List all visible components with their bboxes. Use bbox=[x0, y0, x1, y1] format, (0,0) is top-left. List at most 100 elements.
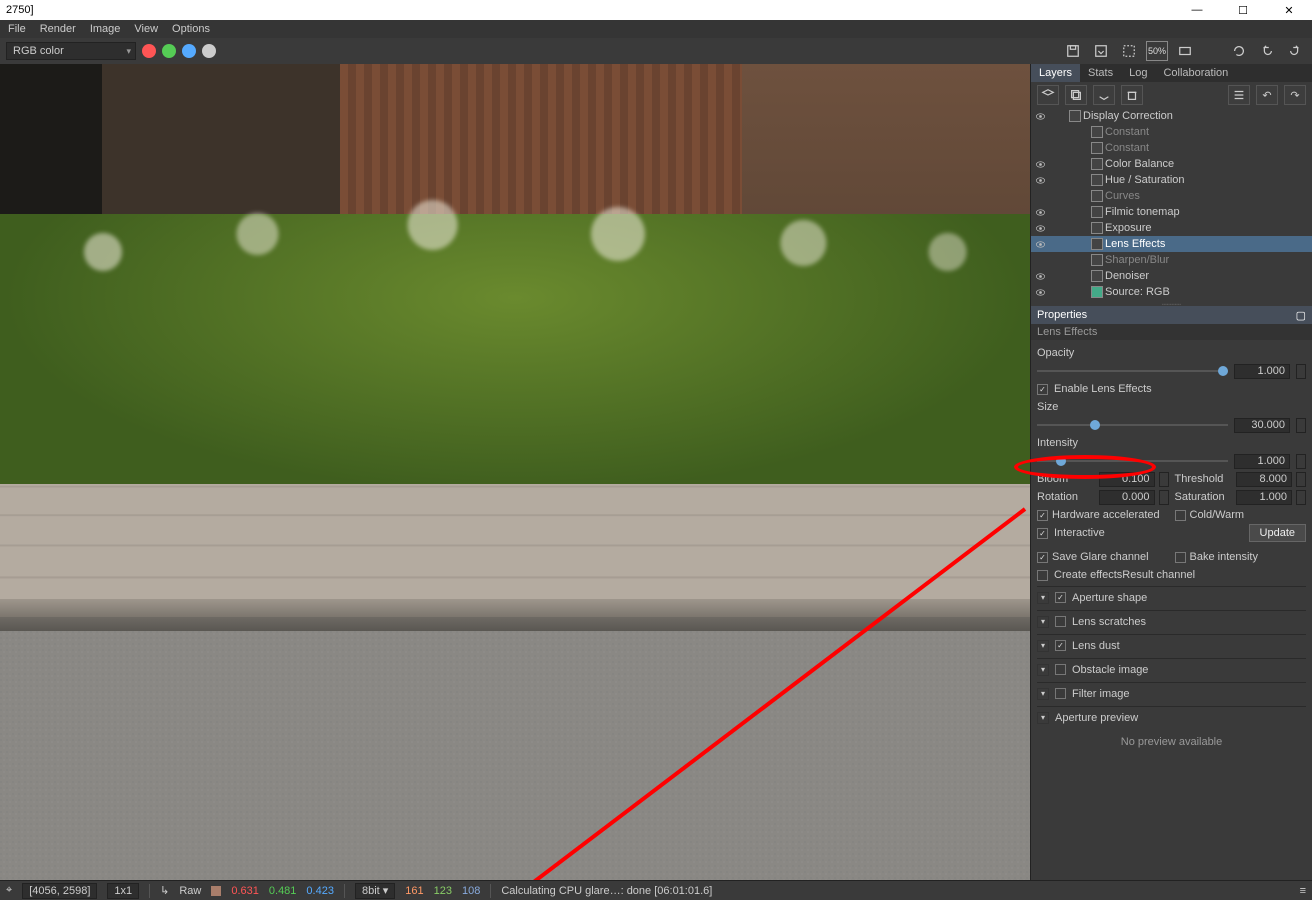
layer-row[interactable]: Curves bbox=[1031, 188, 1312, 204]
section-header[interactable]: ▾Filter image bbox=[1037, 682, 1306, 704]
section-checkbox[interactable] bbox=[1055, 616, 1066, 627]
rotation-spinner[interactable] bbox=[1159, 490, 1169, 505]
layer-row[interactable]: Constant bbox=[1031, 124, 1312, 140]
visibility-toggle-icon[interactable] bbox=[1031, 207, 1049, 218]
visibility-toggle-icon[interactable] bbox=[1031, 287, 1049, 298]
menu-file[interactable]: File bbox=[8, 23, 26, 35]
size-slider[interactable] bbox=[1037, 419, 1228, 431]
export-icon[interactable] bbox=[1090, 41, 1112, 61]
green-channel-dot[interactable] bbox=[162, 44, 176, 58]
blue-channel-dot[interactable] bbox=[182, 44, 196, 58]
render-viewport[interactable] bbox=[0, 64, 1030, 880]
section-header[interactable]: ▾Aperture shape bbox=[1037, 586, 1306, 608]
alpha-channel-dot[interactable] bbox=[202, 44, 216, 58]
cold-warm-checkbox[interactable] bbox=[1175, 510, 1186, 521]
save-glare-checkbox[interactable] bbox=[1037, 552, 1048, 563]
layer-row[interactable]: Sharpen/Blur bbox=[1031, 252, 1312, 268]
zoom-badge[interactable]: 50% bbox=[1146, 41, 1168, 61]
opacity-spinner[interactable] bbox=[1296, 364, 1306, 379]
expand-icon[interactable]: ▾ bbox=[1037, 664, 1049, 676]
intensity-slider[interactable] bbox=[1037, 455, 1228, 467]
list-view-icon[interactable] bbox=[1228, 85, 1250, 105]
tab-collaboration[interactable]: Collaboration bbox=[1155, 64, 1236, 82]
channel-dropdown[interactable]: RGB color bbox=[6, 42, 136, 60]
layer-row[interactable]: Denoiser bbox=[1031, 268, 1312, 284]
expand-icon[interactable]: ▾ bbox=[1037, 688, 1049, 700]
layer-row[interactable]: Display Correction bbox=[1031, 108, 1312, 124]
tab-layers[interactable]: Layers bbox=[1031, 64, 1080, 82]
rotation-value[interactable]: 0.000 bbox=[1099, 490, 1155, 505]
delete-layer-icon[interactable] bbox=[1121, 85, 1143, 105]
visibility-toggle-icon[interactable] bbox=[1031, 271, 1049, 282]
properties-expand-icon[interactable]: ▢ bbox=[1296, 309, 1306, 322]
layer-row[interactable]: Lens Effects bbox=[1031, 236, 1312, 252]
tab-log[interactable]: Log bbox=[1121, 64, 1155, 82]
expand-icon[interactable]: ▾ bbox=[1037, 640, 1049, 652]
pixel-ratio[interactable]: 1x1 bbox=[107, 883, 139, 899]
layer-row[interactable]: Hue / Saturation bbox=[1031, 172, 1312, 188]
visibility-toggle-icon[interactable] bbox=[1031, 175, 1049, 186]
layer-row[interactable]: Filmic tonemap bbox=[1031, 204, 1312, 220]
layer-row[interactable]: Source: RGB bbox=[1031, 284, 1312, 300]
save-icon[interactable] bbox=[1062, 41, 1084, 61]
undo-icon[interactable] bbox=[1256, 41, 1278, 61]
layer-row[interactable]: Color Balance bbox=[1031, 156, 1312, 172]
section-header[interactable]: ▾Aperture preview bbox=[1037, 706, 1306, 728]
curve-icon[interactable]: ↳ bbox=[160, 884, 169, 897]
merge-layer-icon[interactable] bbox=[1093, 85, 1115, 105]
create-effects-result-checkbox[interactable] bbox=[1037, 570, 1048, 581]
section-checkbox[interactable] bbox=[1055, 688, 1066, 699]
red-channel-dot[interactable] bbox=[142, 44, 156, 58]
menu-render[interactable]: Render bbox=[40, 23, 76, 35]
opacity-slider[interactable] bbox=[1037, 365, 1228, 377]
minimize-button[interactable]: — bbox=[1174, 0, 1220, 20]
visibility-toggle-icon[interactable] bbox=[1031, 159, 1049, 170]
intensity-value[interactable]: 1.000 bbox=[1234, 454, 1290, 469]
menu-view[interactable]: View bbox=[134, 23, 158, 35]
expand-icon[interactable]: ▾ bbox=[1037, 616, 1049, 628]
expand-icon[interactable]: ▾ bbox=[1037, 712, 1049, 724]
layer-redo-icon[interactable]: ↷ bbox=[1284, 85, 1306, 105]
size-spinner[interactable] bbox=[1296, 418, 1306, 433]
settings-icon[interactable]: ≡ bbox=[1300, 885, 1306, 897]
opacity-value[interactable]: 1.000 bbox=[1234, 364, 1290, 379]
expand-icon[interactable]: ▾ bbox=[1037, 592, 1049, 604]
section-header[interactable]: ▾Lens scratches bbox=[1037, 610, 1306, 632]
add-layer-icon[interactable] bbox=[1037, 85, 1059, 105]
interactive-checkbox[interactable] bbox=[1037, 528, 1048, 539]
redo-icon[interactable] bbox=[1284, 41, 1306, 61]
bloom-spinner[interactable] bbox=[1159, 472, 1169, 487]
maximize-button[interactable]: ☐ bbox=[1220, 0, 1266, 20]
eyedropper-icon[interactable]: ⌖ bbox=[6, 884, 12, 897]
saturation-spinner[interactable] bbox=[1296, 490, 1306, 505]
section-header[interactable]: ▾Obstacle image bbox=[1037, 658, 1306, 680]
menu-options[interactable]: Options bbox=[172, 23, 210, 35]
tab-stats[interactable]: Stats bbox=[1080, 64, 1121, 82]
visibility-toggle-icon[interactable] bbox=[1031, 223, 1049, 234]
section-checkbox[interactable] bbox=[1055, 664, 1066, 675]
bloom-value[interactable]: 0.100 bbox=[1099, 472, 1155, 487]
layer-row[interactable]: Exposure bbox=[1031, 220, 1312, 236]
threshold-spinner[interactable] bbox=[1296, 472, 1306, 487]
menu-image[interactable]: Image bbox=[90, 23, 121, 35]
bit-depth[interactable]: 8bit ▾ bbox=[355, 883, 395, 899]
enable-lens-effects-checkbox[interactable] bbox=[1037, 384, 1048, 395]
visibility-toggle-icon[interactable] bbox=[1031, 111, 1049, 122]
size-value[interactable]: 30.000 bbox=[1234, 418, 1290, 433]
section-header[interactable]: ▾Lens dust bbox=[1037, 634, 1306, 656]
layer-row[interactable]: Constant bbox=[1031, 140, 1312, 156]
refresh-icon[interactable] bbox=[1228, 41, 1250, 61]
close-button[interactable]: ✕ bbox=[1266, 0, 1312, 20]
layer-undo-icon[interactable]: ↶ bbox=[1256, 85, 1278, 105]
hardware-accelerated-checkbox[interactable] bbox=[1037, 510, 1048, 521]
threshold-value[interactable]: 8.000 bbox=[1236, 472, 1292, 487]
fit-icon[interactable] bbox=[1174, 41, 1196, 61]
section-checkbox[interactable] bbox=[1055, 592, 1066, 603]
region-icon[interactable] bbox=[1118, 41, 1140, 61]
intensity-spinner[interactable] bbox=[1296, 454, 1306, 469]
visibility-toggle-icon[interactable] bbox=[1031, 239, 1049, 250]
duplicate-layer-icon[interactable] bbox=[1065, 85, 1087, 105]
section-checkbox[interactable] bbox=[1055, 640, 1066, 651]
saturation-value[interactable]: 1.000 bbox=[1236, 490, 1292, 505]
update-button[interactable]: Update bbox=[1249, 524, 1306, 542]
